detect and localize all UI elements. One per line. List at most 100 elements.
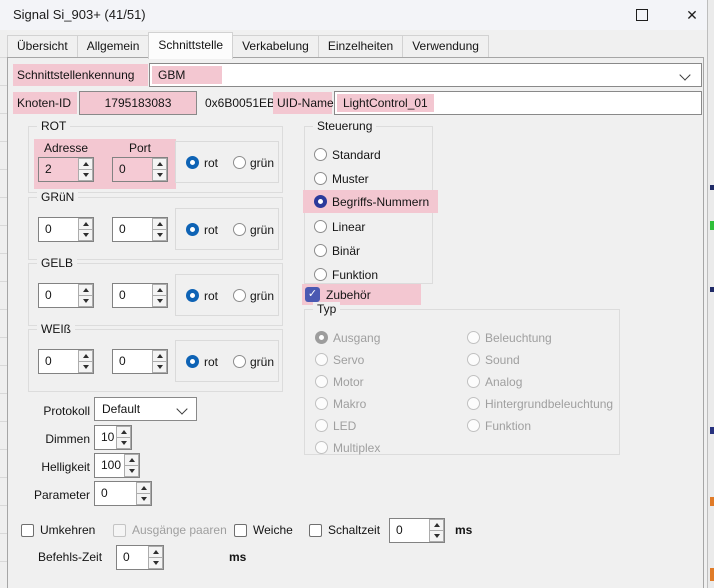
ausgaenge-paaren-checkbox [113, 524, 126, 537]
arrow-up-icon [83, 354, 89, 358]
arrow-down-icon [157, 173, 163, 177]
maximize-button[interactable] [622, 0, 662, 30]
close-button[interactable]: ✕ [672, 0, 712, 30]
rot-port-value: 0 [113, 158, 152, 181]
group-gelb: GELB 0 0 rot grün [28, 263, 283, 326]
helligkeit-spinner[interactable]: 100 [94, 453, 140, 478]
radio-motor-label: Motor [333, 375, 364, 389]
group-weiss-title: WEIß [37, 322, 75, 337]
radio-gruen-label: grün [250, 223, 274, 237]
radio-rot[interactable] [186, 156, 199, 169]
spin-down-button[interactable] [78, 361, 93, 373]
background-mark [710, 568, 714, 581]
arrow-up-icon [157, 354, 163, 358]
spin-down-button[interactable] [116, 437, 131, 449]
radio-begriffs-nummern[interactable] [314, 195, 327, 208]
spin-down-button[interactable] [429, 530, 444, 542]
weiche-checkbox[interactable] [234, 524, 247, 537]
arrow-down-icon [121, 441, 127, 445]
spin-down-button[interactable] [78, 295, 93, 307]
spin-down-button[interactable] [124, 465, 139, 477]
tab-einzelheiten[interactable]: Einzelheiten [318, 35, 403, 57]
background-mark [710, 221, 714, 230]
spin-buttons [78, 158, 93, 181]
radio-rot[interactable] [186, 289, 199, 302]
radio-rot[interactable] [186, 355, 199, 368]
radio-gruen[interactable] [233, 156, 246, 169]
spin-down-button[interactable] [148, 557, 163, 569]
radio-binaer[interactable] [314, 244, 327, 257]
uid-name-field[interactable]: LightControl_01 [334, 91, 702, 115]
tab-verkabelung[interactable]: Verkabelung [232, 35, 319, 57]
radio-linear[interactable] [314, 220, 327, 233]
weiss-color-radio-panel: rot grün [175, 340, 279, 382]
close-icon: ✕ [686, 8, 698, 22]
spin-down-button[interactable] [78, 169, 93, 181]
dimmen-value: 10 [95, 426, 116, 449]
schaltzeit-spinner[interactable]: 0 [389, 518, 445, 543]
tab-schnittstelle[interactable]: Schnittstelle [148, 32, 233, 59]
spin-down-button[interactable] [152, 169, 167, 181]
gelb-port-spinner[interactable]: 0 [112, 283, 168, 308]
spin-down-button[interactable] [152, 361, 167, 373]
tab-uebersicht[interactable]: Übersicht [7, 35, 78, 57]
radio-rot[interactable] [186, 223, 199, 236]
chevron-down-icon[interactable] [176, 403, 187, 414]
radio-funktion[interactable] [314, 268, 327, 281]
radio-standard[interactable] [314, 148, 327, 161]
spin-down-button[interactable] [152, 229, 167, 241]
dialog-window: Signal Si_903+ (41/51) ✕ Übersicht Allge… [0, 0, 714, 588]
arrow-up-icon [157, 288, 163, 292]
arrow-up-icon [434, 523, 440, 527]
group-steuerung-title: Steuerung [313, 119, 376, 134]
protokoll-combobox[interactable]: Default [94, 397, 197, 421]
gruen-port-spinner[interactable]: 0 [112, 217, 168, 242]
radio-led [315, 419, 328, 432]
adresse-label: Adresse [38, 141, 94, 155]
spin-down-button[interactable] [136, 493, 151, 505]
schaltzeit-label: Schaltzeit [328, 521, 380, 539]
interface-id-combobox[interactable]: GBM [149, 63, 702, 87]
radio-muster-label: Muster [332, 172, 369, 186]
group-rot-title: ROT [37, 119, 70, 134]
tab-verwendung[interactable]: Verwendung [402, 35, 489, 57]
group-typ: Typ Ausgang Servo Motor Makro LED Multip… [304, 309, 620, 455]
spin-buttons [116, 426, 131, 449]
rot-adresse-spinner[interactable]: 2 [38, 157, 94, 182]
arrow-down-icon [83, 173, 89, 177]
umkehren-checkbox[interactable] [21, 524, 34, 537]
arrow-down-icon [434, 534, 440, 538]
chevron-down-icon[interactable] [679, 69, 690, 80]
radio-begriffs-nummern-label: Begriffs-Nummern [332, 195, 429, 209]
spin-down-button[interactable] [152, 295, 167, 307]
radio-gruen[interactable] [233, 223, 246, 236]
radio-rot-label: rot [204, 156, 218, 170]
radio-muster[interactable] [314, 172, 327, 185]
tab-allgemein[interactable]: Allgemein [77, 35, 150, 57]
befehlszeit-unit: ms [229, 548, 246, 566]
radio-gruen[interactable] [233, 289, 246, 302]
spin-buttons [78, 350, 93, 373]
befehlszeit-spinner[interactable]: 0 [116, 545, 164, 570]
background-mark [710, 185, 714, 190]
node-id-field[interactable]: 1795183083 [79, 91, 197, 115]
gelb-adresse-spinner[interactable]: 0 [38, 283, 94, 308]
interface-id-label: Schnittstellenkennung [13, 64, 148, 86]
gruen-adresse-spinner[interactable]: 0 [38, 217, 94, 242]
gelb-color-radio-panel: rot grün [175, 274, 279, 316]
schaltzeit-checkbox[interactable] [309, 524, 322, 537]
spin-buttons [136, 482, 151, 505]
weiss-port-spinner[interactable]: 0 [112, 349, 168, 374]
zubehoer-checkbox[interactable]: ✓ [305, 287, 320, 302]
rot-adresse-value: 2 [39, 158, 78, 181]
spin-down-button[interactable] [78, 229, 93, 241]
arrow-up-icon [83, 222, 89, 226]
radio-gruen[interactable] [233, 355, 246, 368]
uid-name-label: UID-Name [273, 92, 332, 114]
group-gruen: GRüN 0 0 rot grün [28, 197, 283, 260]
rot-port-spinner[interactable]: 0 [112, 157, 168, 182]
dimmen-label: Dimmen [10, 428, 90, 450]
parameter-spinner[interactable]: 0 [94, 481, 152, 506]
dimmen-spinner[interactable]: 10 [94, 425, 132, 450]
weiss-adresse-spinner[interactable]: 0 [38, 349, 94, 374]
